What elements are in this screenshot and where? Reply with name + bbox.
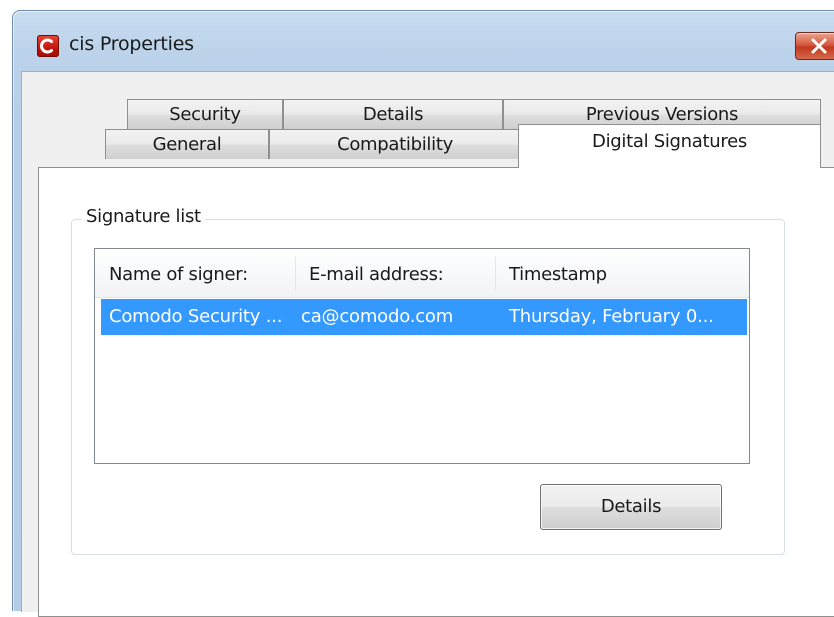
tab-details[interactable]: Details xyxy=(283,99,503,129)
group-label: Signature list xyxy=(82,206,205,227)
close-button[interactable] xyxy=(795,32,834,60)
tab-general[interactable]: General xyxy=(105,129,269,159)
details-button[interactable]: Details xyxy=(540,484,722,530)
cell-signer: Comodo Security ... xyxy=(109,306,283,327)
comodo-app-icon xyxy=(37,35,59,57)
cell-timestamp: Thursday, February 0... xyxy=(509,306,714,327)
cell-email: ca@comodo.com xyxy=(301,306,454,327)
tab-compatibility[interactable]: Compatibility xyxy=(269,129,521,159)
properties-window: cis Properties Security Details Previous… xyxy=(12,10,834,617)
tab-security[interactable]: Security xyxy=(127,99,283,129)
table-row[interactable]: Comodo Security ... ca@comodo.com Thursd… xyxy=(101,299,747,335)
window-title: cis Properties xyxy=(69,33,194,55)
signature-list-group: Signature list Name of signer: E-mail ad… xyxy=(71,206,785,555)
listview-header: Name of signer: E-mail address: Timestam… xyxy=(95,249,749,298)
close-x-icon xyxy=(811,38,827,54)
column-email-address[interactable]: E-mail address: xyxy=(295,249,495,297)
signature-listview[interactable]: Name of signer: E-mail address: Timestam… xyxy=(94,248,750,464)
column-name-of-signer[interactable]: Name of signer: xyxy=(95,249,295,297)
title-bar[interactable]: cis Properties xyxy=(13,11,834,71)
tab-digital-signatures[interactable]: Digital Signatures xyxy=(518,124,821,168)
column-timestamp[interactable]: Timestamp xyxy=(495,249,749,297)
